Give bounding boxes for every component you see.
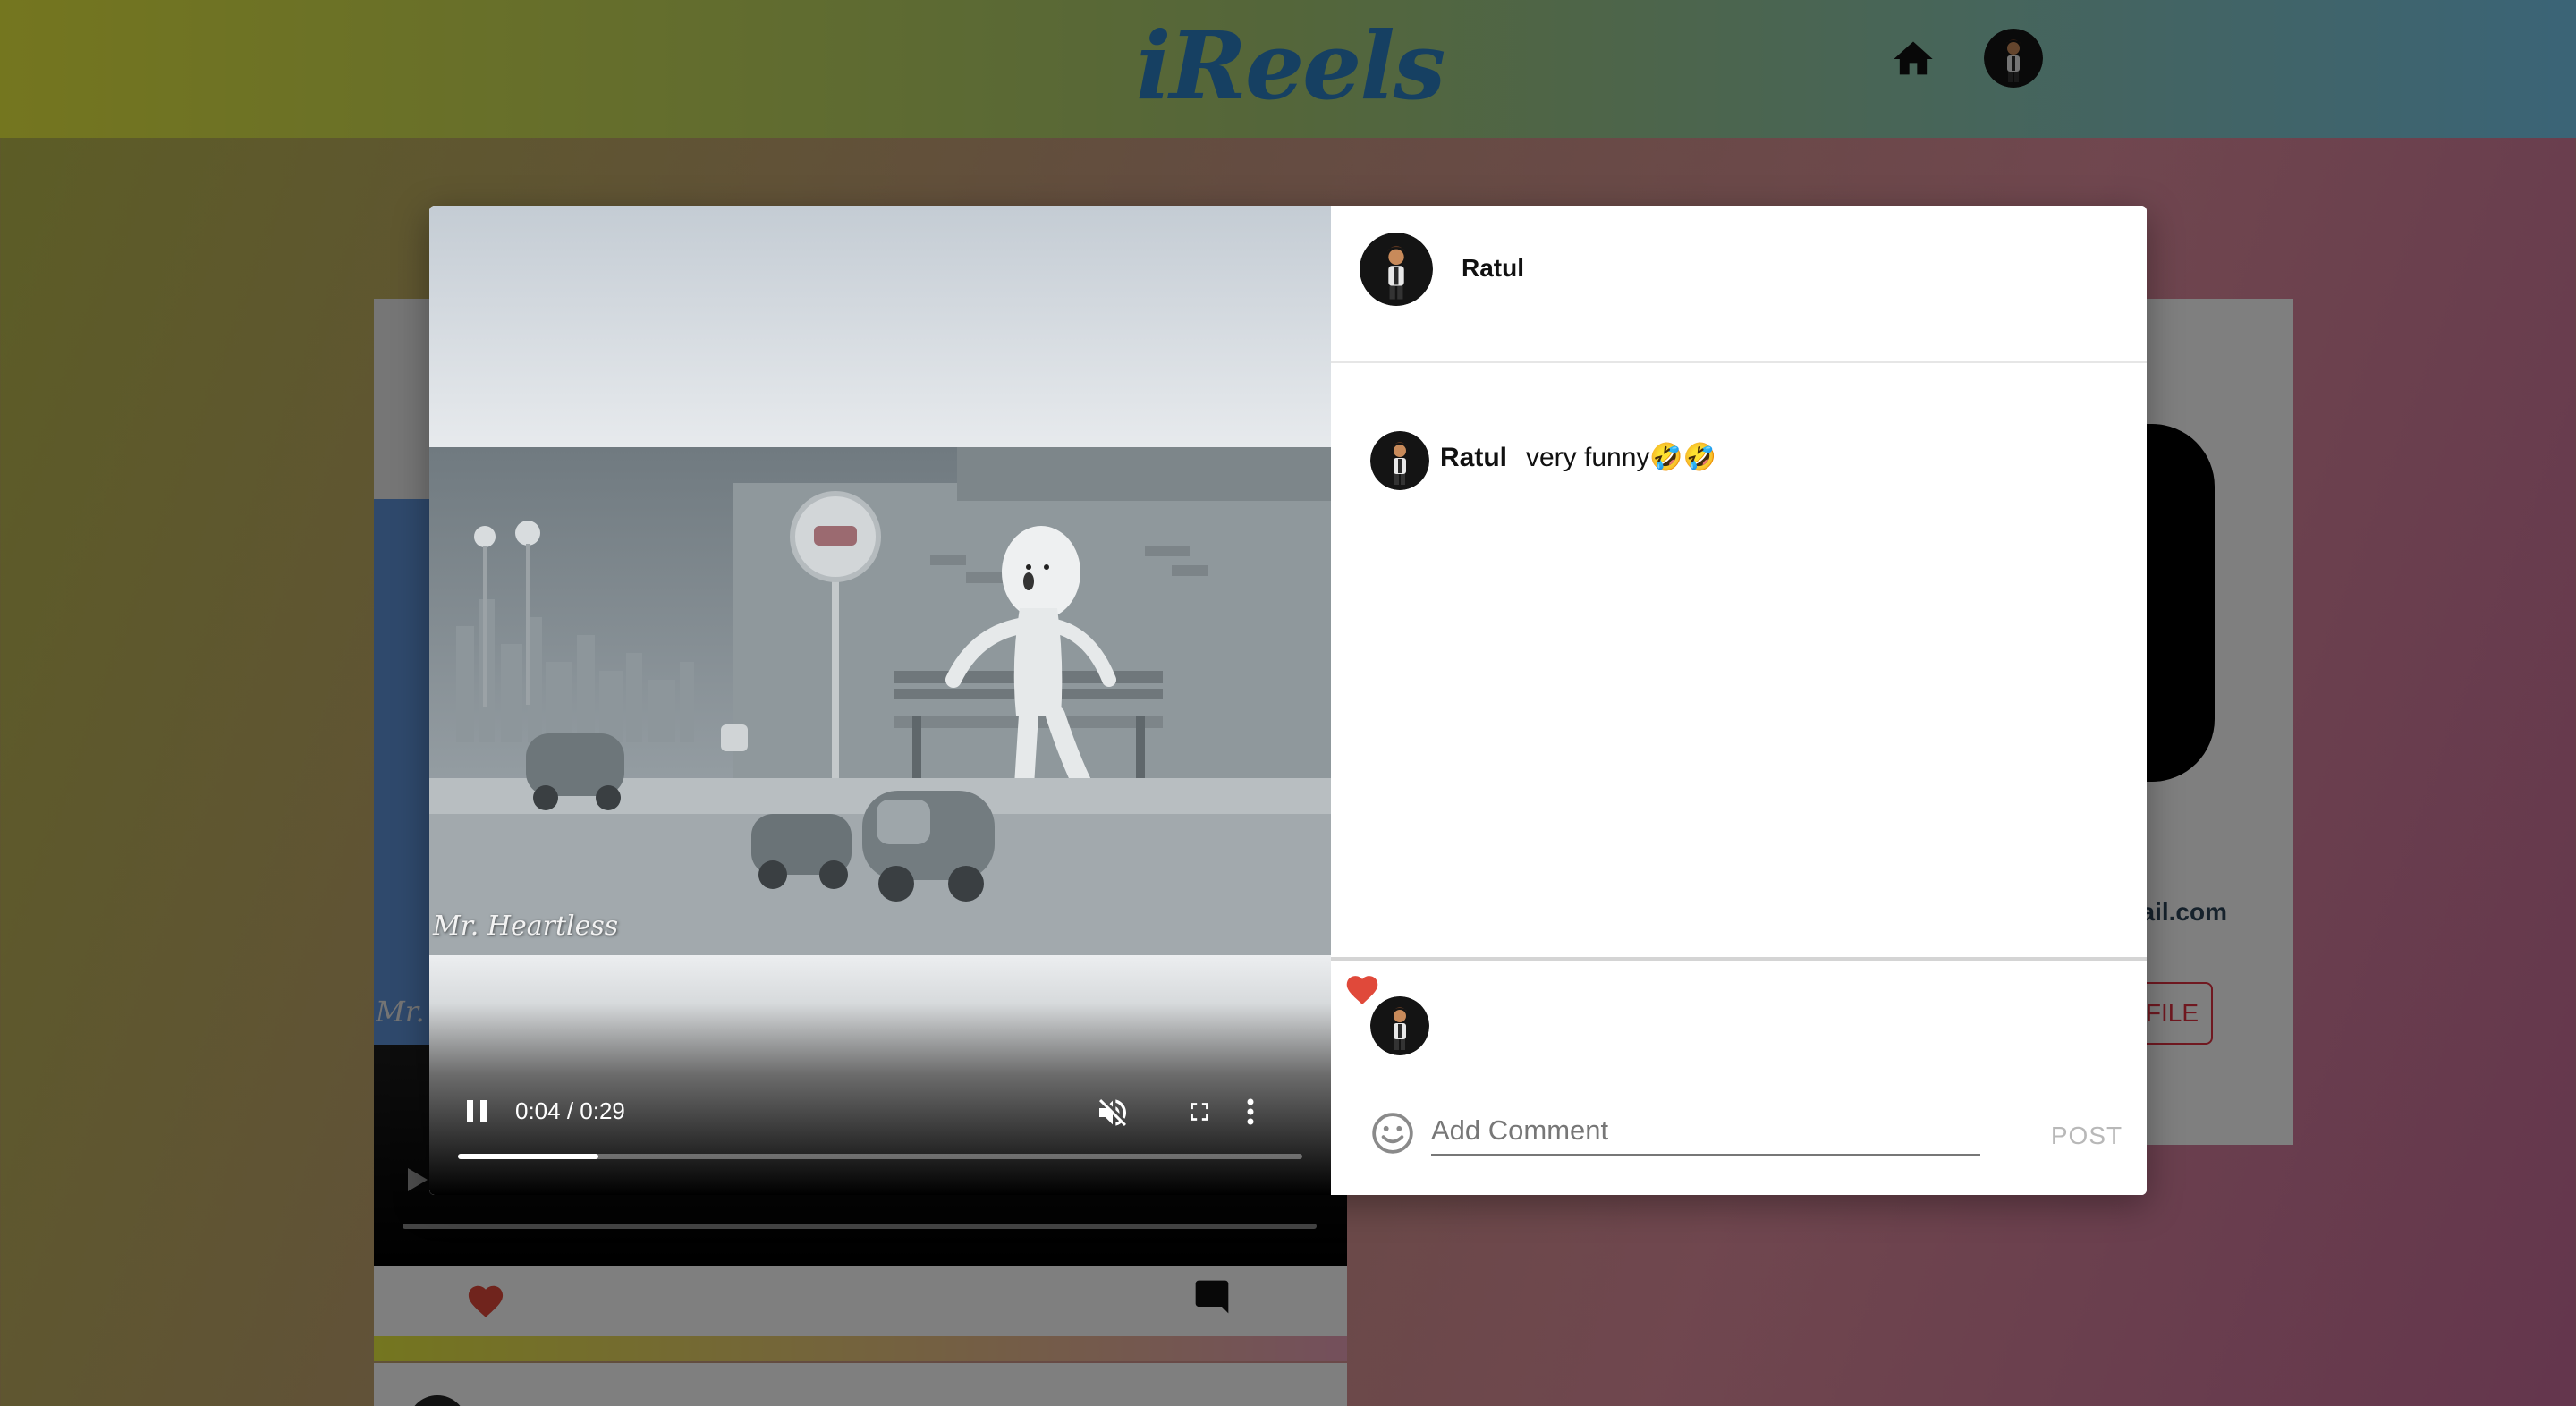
volume-muted-icon[interactable] bbox=[1095, 1095, 1131, 1131]
post-modal: Mr. Heartless 0:04 / 0:29 Ratul Ratul ve… bbox=[429, 206, 2147, 1195]
video-time: 0:04 / 0:29 bbox=[515, 1097, 625, 1124]
heart-icon[interactable] bbox=[1343, 971, 1381, 1005]
comments-panel: Ratul Ratul very funny🤣🤣 Add Comment POS… bbox=[1331, 206, 2147, 1195]
pause-icon[interactable] bbox=[463, 1097, 490, 1125]
post-author-name[interactable]: Ratul bbox=[1462, 250, 1640, 286]
post-comment-button[interactable]: POST bbox=[2046, 1116, 2127, 1156]
video-progress-fill bbox=[458, 1154, 598, 1159]
comment-text: very funny🤣🤣 bbox=[1526, 443, 1717, 472]
avatar[interactable] bbox=[1370, 996, 1429, 1055]
video-frame[interactable] bbox=[429, 447, 1331, 957]
video-watermark: Mr. Heartless bbox=[433, 911, 619, 942]
fullscreen-icon[interactable] bbox=[1184, 1097, 1215, 1127]
post-header: Ratul bbox=[1331, 206, 2147, 363]
comment-input[interactable] bbox=[1431, 1107, 1980, 1156]
emoji-icon[interactable] bbox=[1370, 1111, 1415, 1156]
video-player[interactable]: Mr. Heartless 0:04 / 0:29 bbox=[429, 206, 1331, 1195]
avatar[interactable] bbox=[1360, 233, 1433, 306]
comments-divider bbox=[1331, 957, 2147, 961]
comment-author[interactable]: Ratul bbox=[1440, 440, 1507, 476]
video-sky bbox=[429, 206, 1331, 447]
video-progress-bar[interactable] bbox=[458, 1154, 1302, 1159]
comment-item: Ratul very funny🤣🤣 bbox=[1370, 431, 2104, 494]
avatar[interactable] bbox=[1370, 431, 1429, 490]
more-options-icon[interactable] bbox=[1240, 1095, 1261, 1129]
